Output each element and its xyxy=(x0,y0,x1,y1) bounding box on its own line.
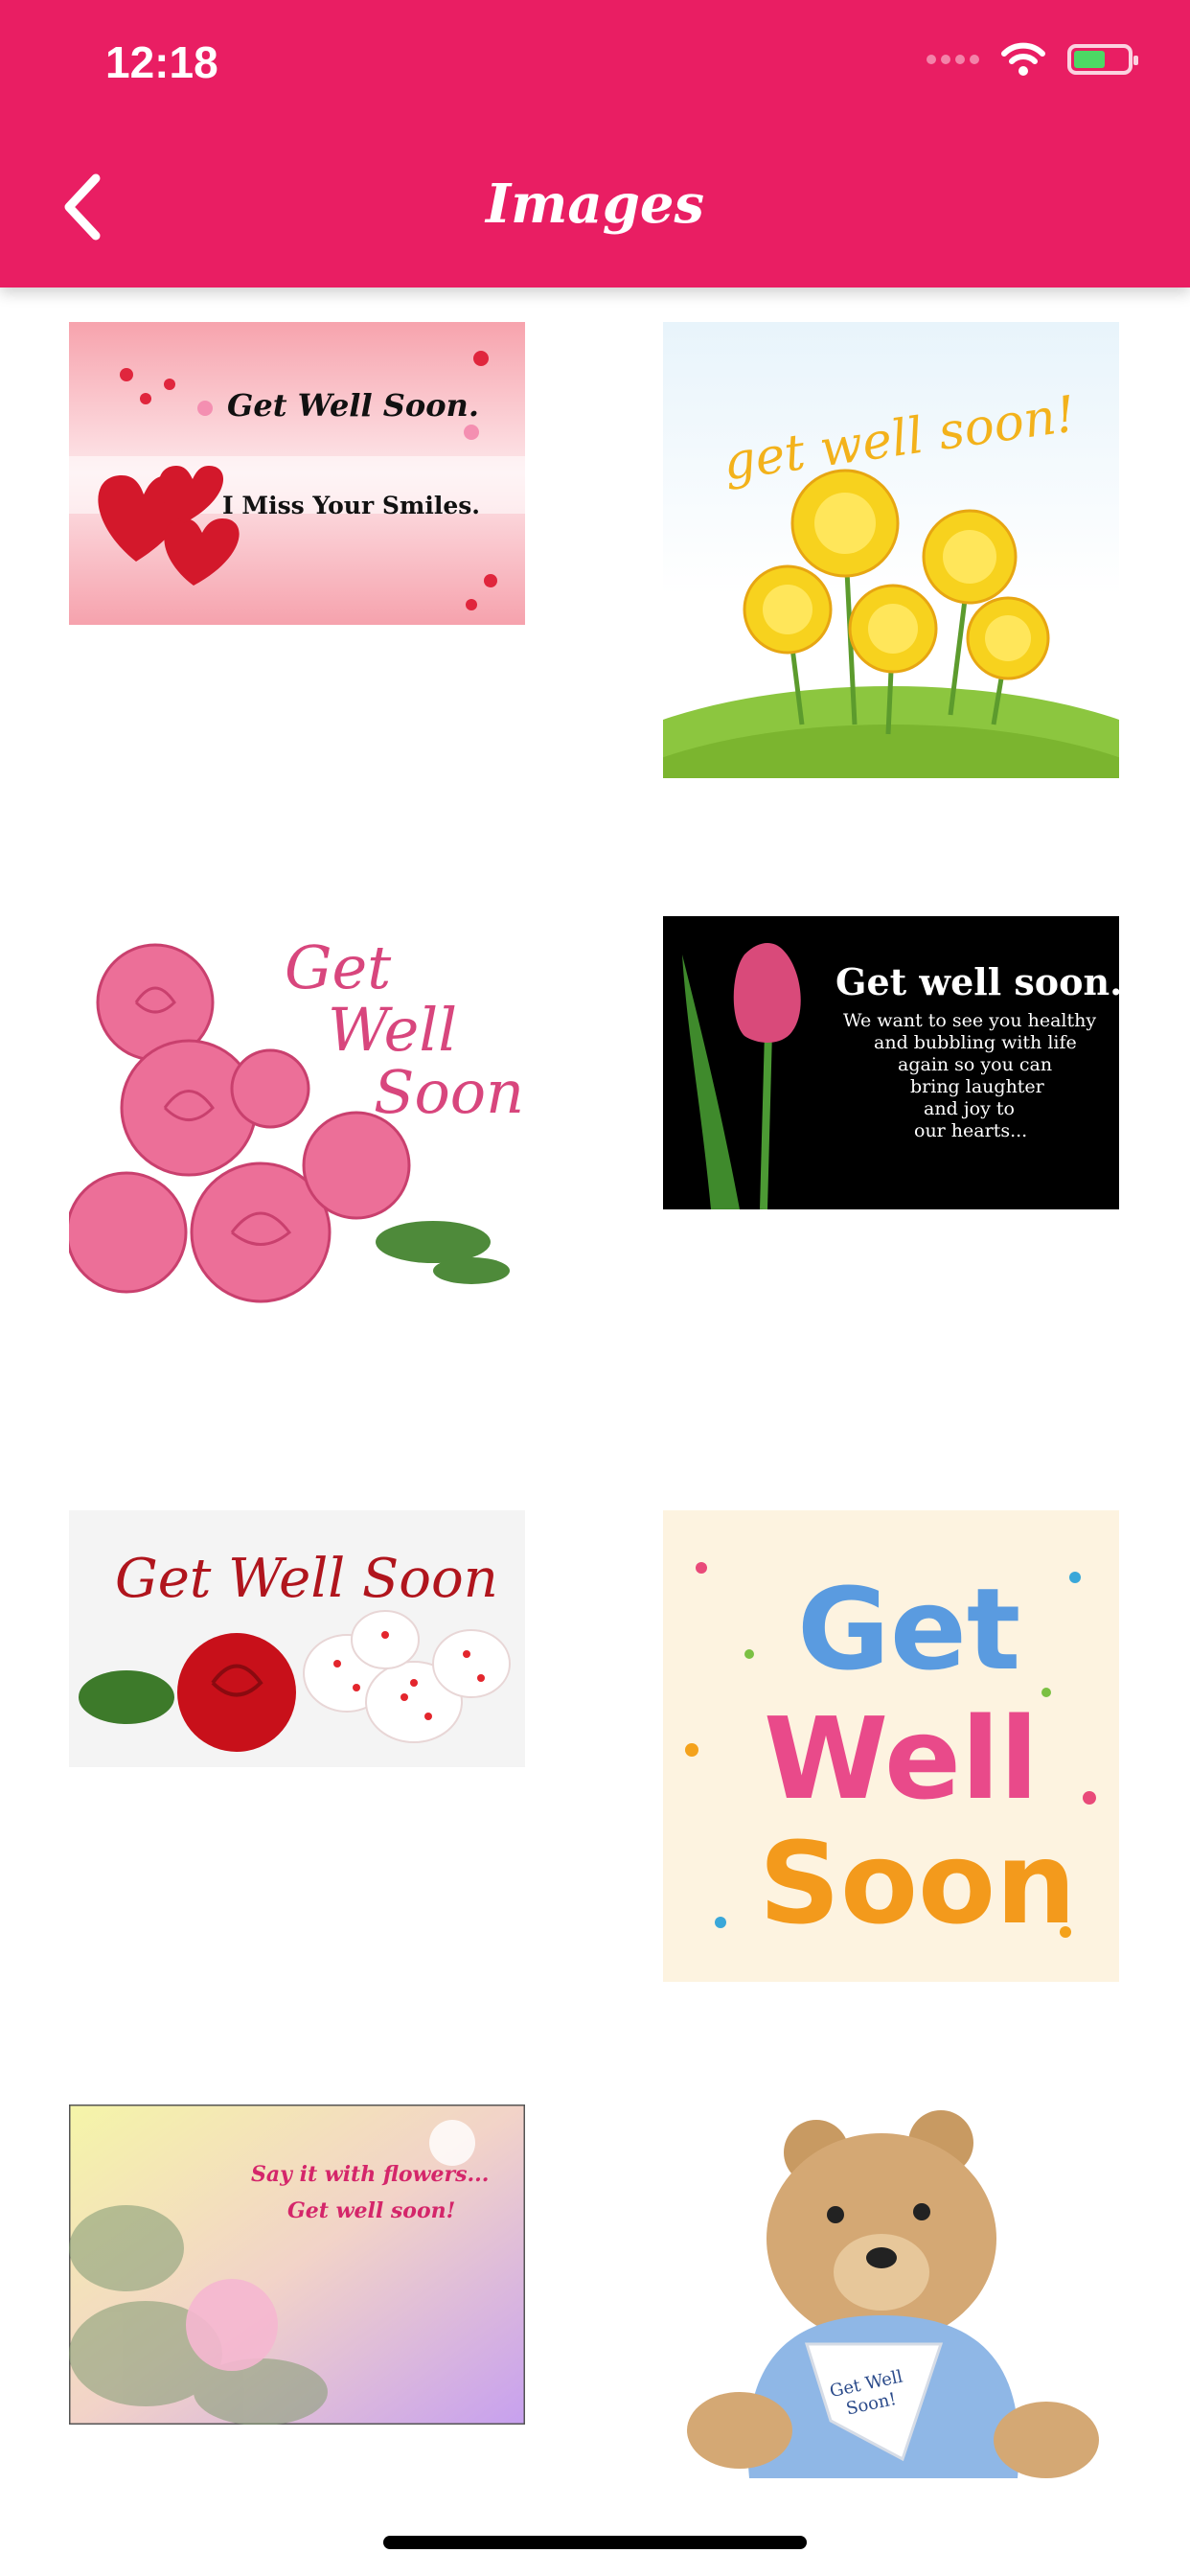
image-card[interactable]: get well soon! xyxy=(663,322,1119,778)
status-time: 12:18 xyxy=(105,37,218,87)
image-card[interactable]: Get Well Soon xyxy=(69,1510,525,1767)
image-text: Get well soon. xyxy=(835,960,1119,1003)
wifi-icon xyxy=(1001,42,1045,76)
image-card[interactable]: Get Well Soon xyxy=(663,1510,1119,1982)
image-text: Get Well Soon xyxy=(115,1548,498,1610)
image-card[interactable]: Get Well Soon! xyxy=(663,2104,1119,2478)
app-header: 12:18 Images xyxy=(0,0,1190,288)
battery-icon xyxy=(1067,44,1138,75)
status-icons xyxy=(927,42,1138,77)
image-card[interactable]: Get Well Soon xyxy=(69,916,525,1315)
image-card[interactable]: Get Well Soon. I Miss Your Smiles. xyxy=(69,322,525,625)
image-text: our hearts... xyxy=(914,1120,1027,1141)
image-text: Get xyxy=(285,932,391,1002)
image-text: I Miss Your Smiles. xyxy=(222,492,480,519)
home-indicator[interactable] xyxy=(383,2536,807,2549)
image-text: Get well soon! xyxy=(287,2198,455,2223)
image-text: bring laughter xyxy=(910,1076,1045,1097)
image-text: again so you can xyxy=(898,1054,1052,1075)
image-text: We want to see you healthy xyxy=(843,1010,1096,1031)
cellular-signal-icon xyxy=(927,55,979,64)
image-text: Soon xyxy=(759,1817,1076,1949)
image-text: Get xyxy=(797,1563,1020,1695)
image-card[interactable]: Get well soon. We want to see you health… xyxy=(663,916,1119,1209)
image-text: and joy to xyxy=(924,1098,1015,1119)
image-text: Well xyxy=(764,1692,1039,1825)
image-text: Well xyxy=(328,995,457,1065)
image-card[interactable]: Say it with flowers... Get well soon! xyxy=(69,2104,525,2425)
image-text: and bubbling with life xyxy=(874,1032,1077,1053)
page-title: Images xyxy=(485,172,705,236)
image-text: Soon xyxy=(374,1057,524,1127)
image-text: Say it with flowers... xyxy=(251,2162,489,2187)
image-text: Get Well Soon. xyxy=(227,387,479,424)
